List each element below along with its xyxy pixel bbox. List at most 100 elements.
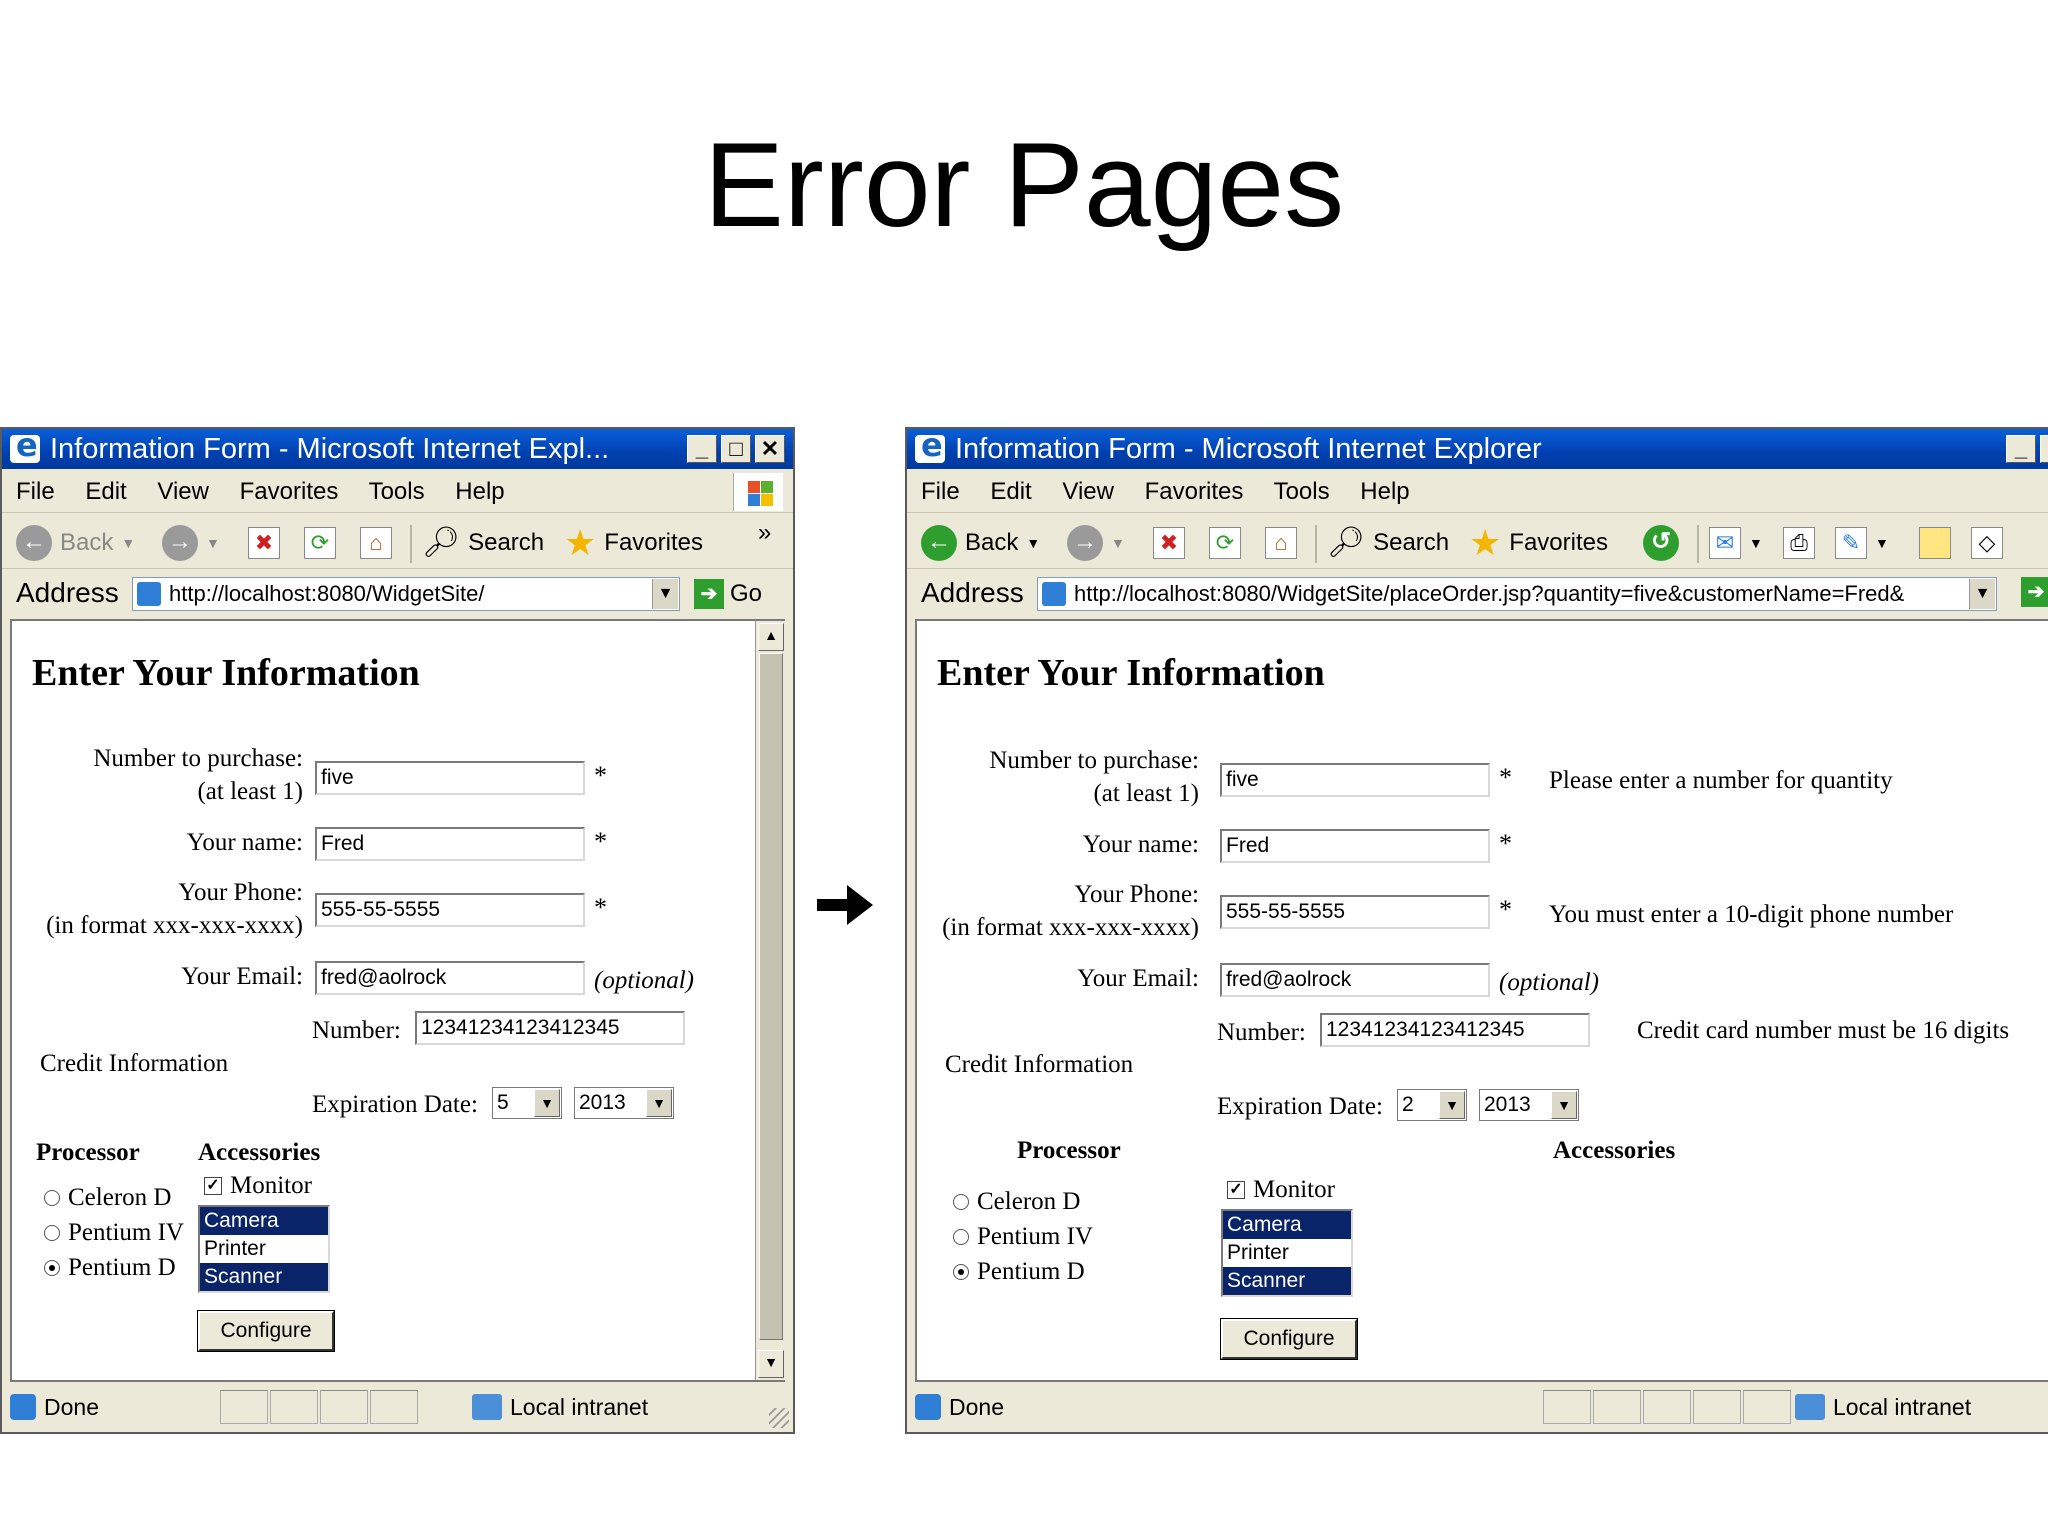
menu-tools[interactable]: Tools [369, 478, 425, 505]
back-button[interactable]: ← Back ▼ [921, 525, 1040, 561]
home-icon: ⌂ [1265, 527, 1297, 559]
scroll-down-icon[interactable]: ▼ [758, 1350, 784, 1378]
edit-button[interactable]: ✎ ▼ [1835, 525, 1889, 561]
chevron-down-icon[interactable]: ▼ [652, 579, 678, 609]
favorites-button[interactable]: ★ Favorites [1469, 525, 1608, 561]
menu-file[interactable]: File [921, 478, 960, 505]
search-button[interactable]: 🔎︎ Search [1327, 525, 1449, 561]
quantity-input[interactable]: five [315, 761, 585, 795]
right-title-bar[interactable]: Information Form - Microsoft Internet Ex… [907, 429, 2048, 469]
expiration-label: Expiration Date: [1217, 1093, 1383, 1120]
close-icon[interactable]: ✕ [755, 435, 785, 463]
card-number-input[interactable]: 12341234123412345 [1320, 1013, 1590, 1047]
stop-icon: ✖ [248, 527, 280, 559]
list-item[interactable]: Printer [200, 1235, 328, 1263]
radio-pentium-d[interactable]: Pentium D [953, 1257, 1085, 1287]
right-browser-window: Information Form - Microsoft Internet Ex… [905, 427, 2048, 1434]
menu-file[interactable]: File [16, 478, 55, 505]
phone-input[interactable]: 555-55-5555 [315, 893, 585, 927]
refresh-button[interactable]: ⟳ [304, 525, 336, 561]
email-input[interactable]: fred@aolrock [315, 961, 585, 995]
accessories-listbox[interactable]: Camera Printer Scanner [198, 1205, 330, 1293]
monitor-checkbox[interactable]: ✓ Monitor [204, 1171, 312, 1201]
list-item[interactable]: Camera [1223, 1211, 1351, 1239]
configure-button[interactable]: Configure [1220, 1318, 1358, 1360]
form-heading: Enter Your Information [32, 652, 420, 694]
radio-pentium-iv[interactable]: Pentium IV [953, 1222, 1093, 1252]
scroll-up-icon[interactable]: ▲ [758, 623, 784, 651]
back-button[interactable]: ← Back ▼ [16, 525, 135, 561]
exp-year-select[interactable]: 2013 ▼ [574, 1087, 674, 1119]
forward-button[interactable]: → ▼ [162, 525, 220, 561]
discuss-button[interactable] [1919, 525, 1951, 561]
email-input[interactable]: fred@aolrock [1220, 963, 1490, 997]
favorites-button[interactable]: ★ Favorites [564, 525, 703, 561]
required-mark: * [594, 893, 607, 922]
menu-favorites[interactable]: Favorites [1145, 478, 1244, 505]
list-item[interactable]: Camera [200, 1207, 328, 1235]
accessories-listbox[interactable]: Camera Printer Scanner [1221, 1209, 1353, 1297]
quantity-input[interactable]: five [1220, 763, 1490, 797]
phone-input[interactable]: 555-55-5555 [1220, 895, 1490, 929]
menu-help[interactable]: Help [455, 478, 504, 505]
exp-month-select[interactable]: 5 ▼ [492, 1087, 562, 1119]
menu-help[interactable]: Help [1360, 478, 1409, 505]
forward-arrow-icon: → [1067, 525, 1103, 561]
radio-pentium-d[interactable]: Pentium D [44, 1253, 176, 1283]
code-icon: ◇ [1971, 527, 2003, 559]
minimize-icon[interactable]: _ [2006, 435, 2036, 463]
exp-year-select[interactable]: 2013 ▼ [1479, 1089, 1579, 1121]
radio-celeron-d[interactable]: Celeron D [953, 1187, 1080, 1217]
name-input[interactable]: Fred [315, 827, 585, 861]
resize-grip[interactable] [769, 1408, 789, 1428]
chevron-down-icon[interactable]: ▼ [1969, 579, 1995, 609]
form-heading: Enter Your Information [937, 652, 1325, 694]
star-icon: ★ [564, 522, 597, 563]
address-input[interactable]: http://localhost:8080/WidgetSite/placeOr… [1037, 577, 1997, 611]
configure-button[interactable]: Configure [197, 1310, 335, 1352]
menu-view[interactable]: View [1062, 478, 1114, 505]
monitor-checkbox[interactable]: ✓ Monitor [1227, 1175, 1335, 1205]
mail-button[interactable]: ✉ ▼ [1709, 525, 1763, 561]
minimize-icon[interactable]: _ [687, 435, 717, 463]
print-button[interactable]: ⎙ [1783, 525, 1815, 561]
menu-edit[interactable]: Edit [990, 478, 1031, 505]
list-item[interactable]: Printer [1223, 1239, 1351, 1267]
printer-icon: ⎙ [1783, 527, 1815, 559]
exp-month-select[interactable]: 2 ▼ [1397, 1089, 1467, 1121]
page-icon [1042, 582, 1066, 606]
menu-edit[interactable]: Edit [85, 478, 126, 505]
forward-button[interactable]: → ▼ [1067, 525, 1125, 561]
vertical-scrollbar[interactable]: ▲ ▼ [755, 621, 785, 1380]
scroll-thumb[interactable] [759, 653, 783, 1340]
history-button[interactable]: ↺ [1643, 525, 1679, 561]
menu-tools[interactable]: Tools [1274, 478, 1330, 505]
card-number-input[interactable]: 12341234123412345 [415, 1011, 685, 1045]
list-item[interactable]: Scanner [1223, 1267, 1351, 1295]
address-input[interactable]: http://localhost:8080/WidgetSite/ ▼ [132, 577, 680, 611]
radio-icon [953, 1194, 969, 1210]
refresh-button[interactable]: ⟳ [1209, 525, 1241, 561]
maximize-icon[interactable]: □ [721, 435, 751, 463]
required-mark: * [1499, 763, 1512, 792]
menu-view[interactable]: View [157, 478, 209, 505]
stop-button[interactable]: ✖ [1153, 525, 1185, 561]
stop-button[interactable]: ✖ [248, 525, 280, 561]
radio-pentium-iv[interactable]: Pentium IV [44, 1218, 184, 1248]
maximize-icon[interactable]: □ [2040, 435, 2048, 463]
radio-celeron-d[interactable]: Celeron D [44, 1183, 171, 1213]
go-button[interactable]: ➔ [2021, 577, 2048, 607]
required-mark: * [594, 761, 607, 790]
research-button[interactable]: ◇ [1971, 525, 2003, 561]
menu-favorites[interactable]: Favorites [240, 478, 339, 505]
toolbar-overflow[interactable]: » [758, 515, 771, 551]
left-title-bar[interactable]: Information Form - Microsoft Internet Ex… [2, 429, 793, 469]
name-label: Your name: [1082, 831, 1199, 858]
name-input[interactable]: Fred [1220, 829, 1490, 863]
go-button[interactable]: ➔ Go [694, 577, 762, 611]
home-button[interactable]: ⌂ [360, 525, 392, 561]
home-button[interactable]: ⌂ [1265, 525, 1297, 561]
credit-info-label: Credit Information [945, 1051, 1134, 1078]
list-item[interactable]: Scanner [200, 1263, 328, 1291]
search-button[interactable]: 🔎︎ Search [422, 525, 544, 561]
